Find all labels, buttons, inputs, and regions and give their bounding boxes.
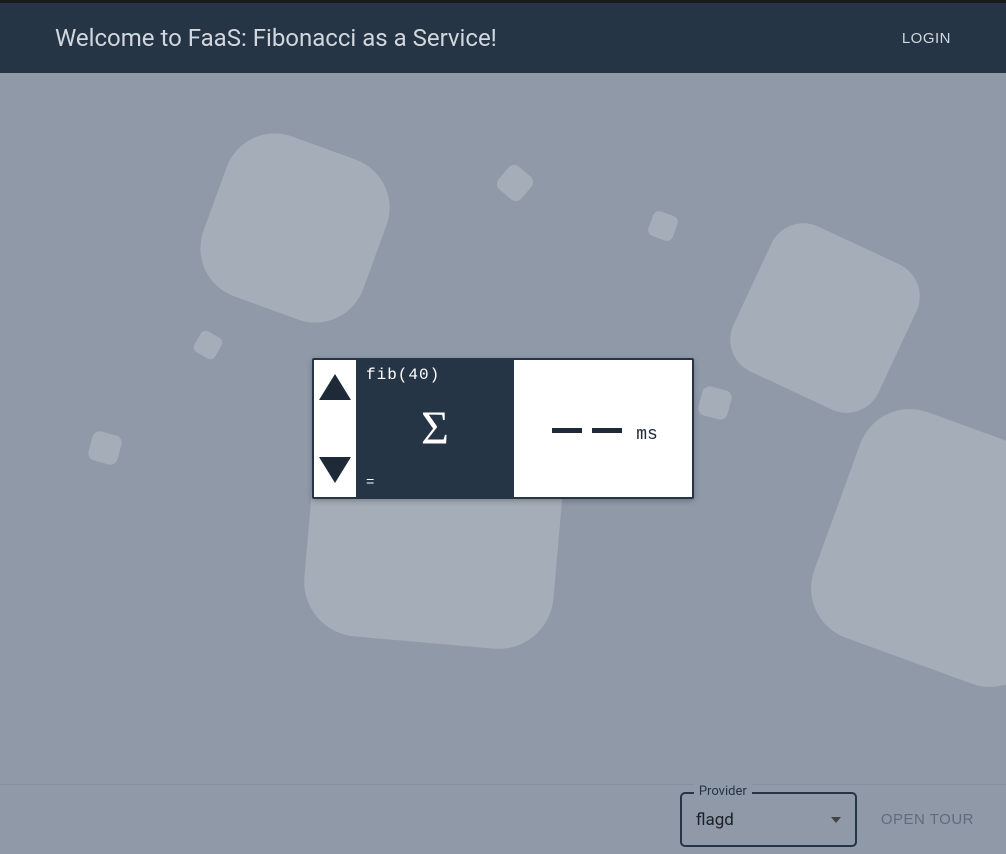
increment-n-button[interactable] [319, 374, 351, 400]
decrement-n-button[interactable] [319, 457, 351, 483]
bg-decor-shape [87, 430, 124, 467]
bg-decor-shape [186, 119, 404, 337]
bg-decor-shape [697, 385, 734, 422]
bg-decor-shape [192, 329, 225, 362]
fib-expression: fib(40) [366, 366, 504, 384]
compute-button[interactable]: Σ [421, 405, 449, 453]
result-dash [592, 428, 622, 433]
bg-decor-shape [494, 162, 536, 204]
fibonacci-calculator-card: fib(40) Σ = ms [312, 358, 694, 499]
chevron-down-icon [831, 817, 841, 823]
open-tour-button[interactable]: OPEN TOUR [867, 801, 988, 838]
n-stepper [314, 360, 356, 497]
bg-decor-shape [796, 394, 1006, 702]
bg-decor-shape [646, 209, 679, 242]
result-placeholder: ms [552, 419, 654, 439]
provider-field-label: Provider [694, 784, 752, 799]
page-title: Welcome to FaaS: Fibonacci as a Service! [55, 24, 497, 52]
main-content: fib(40) Σ = ms [0, 73, 1006, 784]
equals-label: = [366, 475, 375, 491]
provider-select[interactable]: Provider flagd [680, 792, 857, 847]
expression-panel: fib(40) Σ = [356, 360, 514, 497]
app-footer: Provider flagd OPEN TOUR [0, 784, 1006, 854]
login-button[interactable]: LOGIN [902, 30, 951, 47]
result-dash [552, 428, 582, 433]
ms-unit-label: ms [636, 425, 658, 445]
result-panel: ms [514, 360, 692, 497]
provider-selected-value: flagd [696, 810, 831, 830]
bg-decor-shape [719, 212, 932, 425]
app-header: Welcome to FaaS: Fibonacci as a Service!… [0, 3, 1006, 73]
